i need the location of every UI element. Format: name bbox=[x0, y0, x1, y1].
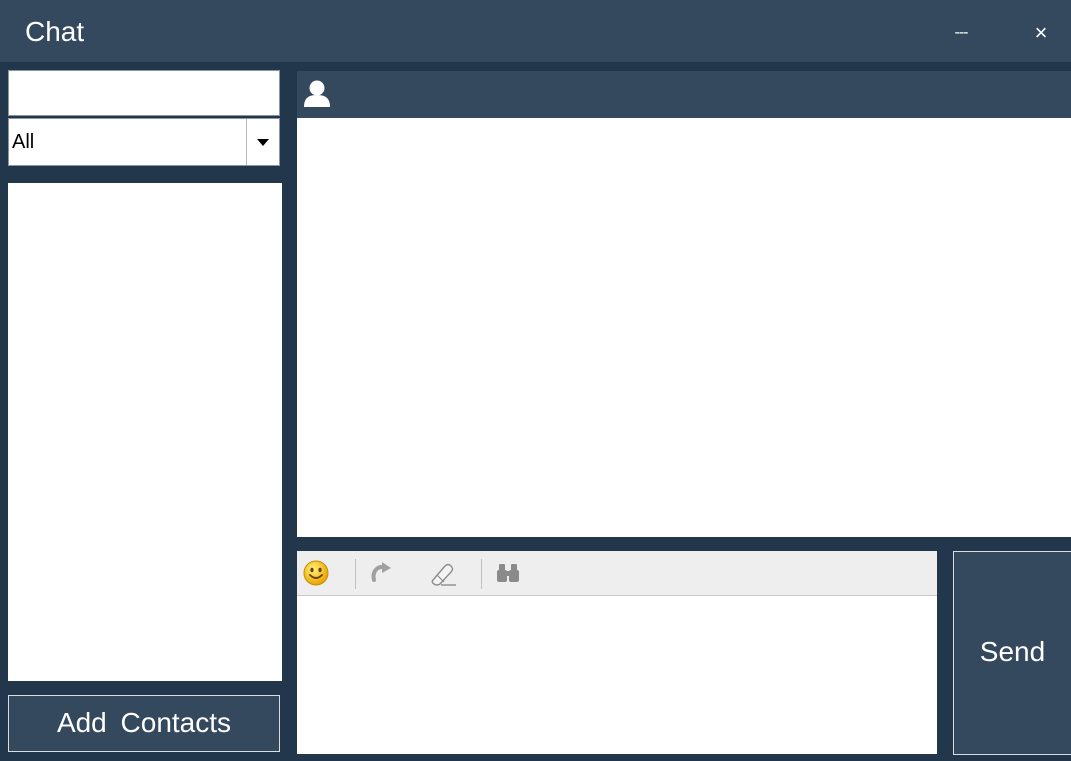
title-bar[interactable]: Chat --- × bbox=[0, 0, 1071, 62]
close-button[interactable]: × bbox=[1022, 18, 1060, 48]
message-input[interactable] bbox=[297, 596, 937, 754]
user-icon bbox=[304, 80, 330, 107]
binoculars-icon[interactable] bbox=[493, 558, 523, 588]
redo-icon[interactable] bbox=[367, 558, 397, 588]
message-history[interactable] bbox=[297, 118, 1071, 537]
send-button[interactable]: Send bbox=[953, 551, 1071, 755]
minimize-button[interactable]: --- bbox=[944, 18, 978, 48]
chat-window: Chat --- × All Add Contacts Send bbox=[0, 0, 1071, 761]
filter-selected-value: All bbox=[12, 131, 35, 153]
toolbar-separator bbox=[481, 559, 482, 589]
toolbar-separator bbox=[355, 559, 356, 589]
window-title: Chat bbox=[25, 16, 85, 47]
chevron-down-icon[interactable] bbox=[246, 119, 279, 165]
add-contacts-button[interactable]: Add Contacts bbox=[8, 695, 280, 752]
eraser-icon[interactable] bbox=[427, 558, 457, 588]
chat-header bbox=[297, 71, 1071, 118]
smiley-icon[interactable] bbox=[301, 558, 331, 588]
composer-gap bbox=[937, 551, 953, 761]
bottom-frame bbox=[297, 754, 1071, 761]
contacts-panel: All Add Contacts bbox=[0, 62, 297, 761]
composer-toolbar bbox=[297, 551, 937, 596]
contact-search-input[interactable] bbox=[8, 70, 280, 116]
composer-divider bbox=[297, 537, 1071, 551]
contact-filter-dropdown[interactable]: All bbox=[8, 118, 280, 166]
frame-divider bbox=[297, 62, 1071, 71]
contact-list[interactable] bbox=[8, 183, 282, 681]
